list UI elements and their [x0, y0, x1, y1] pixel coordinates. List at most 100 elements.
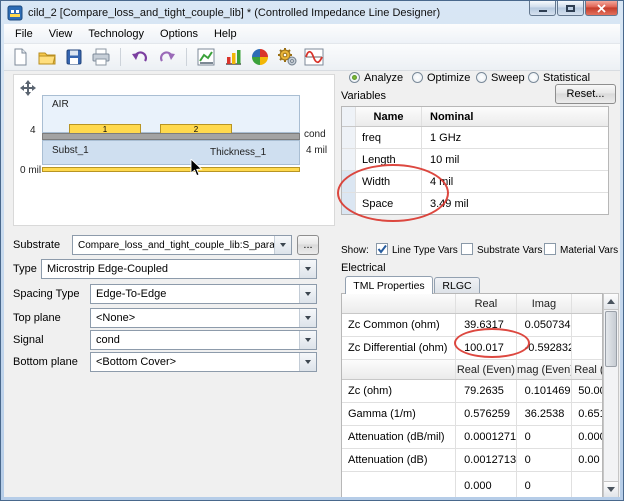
cross-section-canvas[interactable]: AIR 1 2 cond Subst_1 Thickness_1 4 mil 4…	[13, 74, 335, 226]
chevron-down-icon[interactable]	[299, 331, 316, 349]
menu-technology[interactable]: Technology	[80, 25, 152, 43]
radio-optimize[interactable]	[412, 72, 423, 83]
variables-section-label: Variables	[341, 90, 386, 102]
result-value: 0.101469	[517, 380, 573, 402]
scrollbar-thumb[interactable]	[605, 311, 617, 367]
top-plane-value: <None>	[91, 312, 299, 324]
table-row[interactable]: freq 1 GHz	[342, 127, 608, 149]
electrical-section-label: Electrical	[341, 262, 386, 274]
results-subheader-row: Real (Even) Imag (Even) Real (	[342, 360, 602, 380]
new-button[interactable]	[8, 45, 32, 69]
chevron-down-icon[interactable]	[299, 260, 316, 278]
chevron-down-icon[interactable]	[299, 309, 316, 327]
toolbar-separator	[186, 48, 187, 66]
menu-help[interactable]: Help	[206, 25, 245, 43]
result-label: Zc Differential (ohm)	[342, 337, 456, 359]
spacing-type-field-label: Spacing Type	[13, 288, 79, 300]
optimizer-button[interactable]	[248, 45, 272, 69]
bottom-plane-value: <Bottom Cover>	[91, 356, 299, 368]
result-value: 0.651	[572, 403, 602, 425]
header-cell-imag: Imag	[517, 294, 573, 313]
bottom-plane-select[interactable]: <Bottom Cover>	[90, 352, 317, 372]
save-button[interactable]	[62, 45, 86, 69]
checkbox-substrate-vars[interactable]	[461, 243, 473, 255]
result-value	[572, 472, 602, 497]
mode-statistical-label: Statistical	[543, 72, 590, 84]
chevron-down-icon[interactable]	[274, 236, 291, 254]
mode-optimize[interactable]: Optimize	[412, 72, 470, 84]
bar-chart-icon	[223, 47, 243, 67]
print-button[interactable]	[89, 45, 113, 69]
waveform-button[interactable]	[302, 45, 326, 69]
reset-button[interactable]: Reset...	[555, 84, 616, 104]
column-header-name: Name	[356, 107, 422, 126]
show-label: Show:	[341, 245, 369, 256]
print-icon	[91, 47, 111, 67]
checkbox-line-type-vars[interactable]	[376, 243, 388, 255]
mode-analyze[interactable]: Analyze	[349, 72, 403, 84]
type-select[interactable]: Microstrip Edge-Coupled	[41, 259, 317, 279]
row-gutter[interactable]	[342, 127, 356, 148]
move-cursor-icon	[20, 80, 36, 96]
cond-layer-label: cond	[304, 129, 326, 140]
result-value	[572, 337, 602, 359]
result-value: 36.2538	[517, 403, 573, 425]
open-button[interactable]	[35, 45, 59, 69]
tab-rlgc[interactable]: RLGC	[434, 277, 480, 293]
maximize-button[interactable]	[557, 1, 584, 16]
signal-value: cond	[91, 334, 299, 346]
minimize-button[interactable]	[529, 1, 556, 16]
results-scrollbar[interactable]	[603, 293, 619, 497]
chevron-down-icon[interactable]	[299, 285, 316, 303]
row-gutter[interactable]	[342, 149, 356, 170]
results-table: Real Imag Zc Common (ohm) 39.6317 0.0507…	[341, 293, 603, 497]
result-value: 0.00	[572, 449, 602, 471]
toolbar	[4, 44, 620, 71]
result-value: 0.000	[456, 472, 517, 497]
plot-button[interactable]	[194, 45, 218, 69]
radio-statistical[interactable]	[528, 72, 539, 83]
settings-button[interactable]	[275, 45, 299, 69]
chevron-down-icon[interactable]	[299, 353, 316, 371]
tab-tml-properties[interactable]: TML Properties	[345, 276, 433, 294]
scroll-up-button[interactable]	[604, 294, 618, 310]
menu-view[interactable]: View	[41, 25, 81, 43]
substrate-field-label: Substrate	[13, 239, 60, 251]
mode-sweep[interactable]: Sweep	[476, 72, 525, 84]
header-cell: Real (	[572, 360, 602, 379]
menu-file[interactable]: File	[7, 25, 41, 43]
checkbox-material-vars[interactable]	[544, 243, 556, 255]
mode-optimize-label: Optimize	[427, 72, 470, 84]
mode-statistical[interactable]: Statistical	[528, 72, 590, 84]
close-button[interactable]	[585, 1, 618, 16]
variable-nominal[interactable]: 4 mil	[422, 171, 608, 192]
undo-button[interactable]	[128, 45, 152, 69]
redo-button[interactable]	[155, 45, 179, 69]
toolbar-separator	[120, 48, 121, 66]
top-plane-select[interactable]: <None>	[90, 308, 317, 328]
substrate-vars-label: Substrate Vars	[477, 245, 542, 256]
new-file-icon	[10, 47, 30, 67]
gears-icon	[277, 47, 297, 67]
variable-nominal[interactable]: 1 GHz	[422, 127, 608, 148]
menu-bar: File View Technology Options Help	[4, 24, 620, 44]
mode-sweep-label: Sweep	[491, 72, 525, 84]
left-tick-label: 4	[30, 125, 36, 136]
result-label: Gamma (1/m)	[342, 403, 456, 425]
radio-sweep[interactable]	[476, 72, 487, 83]
signal-select[interactable]: cond	[90, 330, 317, 350]
substrate-browse-button[interactable]: ...	[297, 235, 319, 255]
scroll-down-button[interactable]	[604, 481, 618, 497]
variable-nominal[interactable]: 3.49 mil	[422, 193, 608, 214]
radio-analyze[interactable]	[349, 72, 360, 83]
bar-chart-button[interactable]	[221, 45, 245, 69]
thickness-label: Thickness_1	[210, 147, 266, 158]
variable-nominal[interactable]: 10 mil	[422, 149, 608, 170]
spacing-type-select[interactable]: Edge-To-Edge	[90, 284, 317, 304]
menu-options[interactable]: Options	[152, 25, 206, 43]
material-vars-label: Material Vars	[560, 245, 618, 256]
bottom-plane-field-label: Bottom plane	[13, 356, 78, 368]
substrate-select[interactable]: Compare_loss_and_tight_couple_lib:S_para…	[72, 235, 292, 255]
plot-icon	[196, 47, 216, 67]
client-area: File View Technology Options Help	[4, 24, 620, 497]
